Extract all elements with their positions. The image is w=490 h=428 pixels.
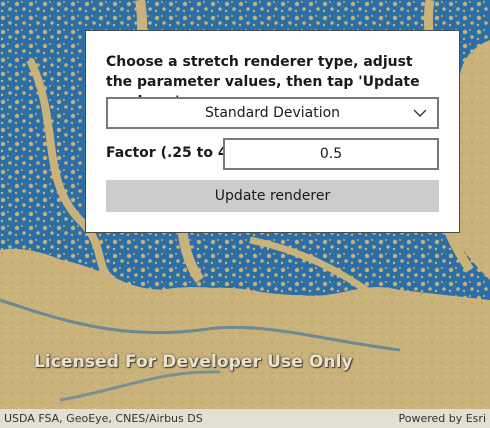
renderer-type-selected: Standard Deviation	[204, 105, 341, 121]
factor-row: Factor (.25 to 4):	[106, 138, 439, 170]
update-renderer-button[interactable]: Update renderer	[106, 180, 439, 212]
powered-by-esri[interactable]: Powered by Esri	[398, 412, 486, 425]
factor-label: Factor (.25 to 4):	[106, 145, 240, 161]
renderer-type-dropdown[interactable]: Standard Deviation	[106, 97, 439, 129]
stretch-renderer-panel: Choose a stretch renderer type, adjust t…	[85, 30, 460, 233]
attribution-bar: USDA FSA, GeoEye, CNES/Airbus DS Powered…	[0, 409, 490, 428]
developer-watermark: Licensed For Developer Use Only	[34, 352, 353, 372]
chevron-down-icon	[413, 109, 427, 117]
factor-input[interactable]	[223, 138, 439, 170]
attribution-text[interactable]: USDA FSA, GeoEye, CNES/Airbus DS	[4, 412, 203, 425]
